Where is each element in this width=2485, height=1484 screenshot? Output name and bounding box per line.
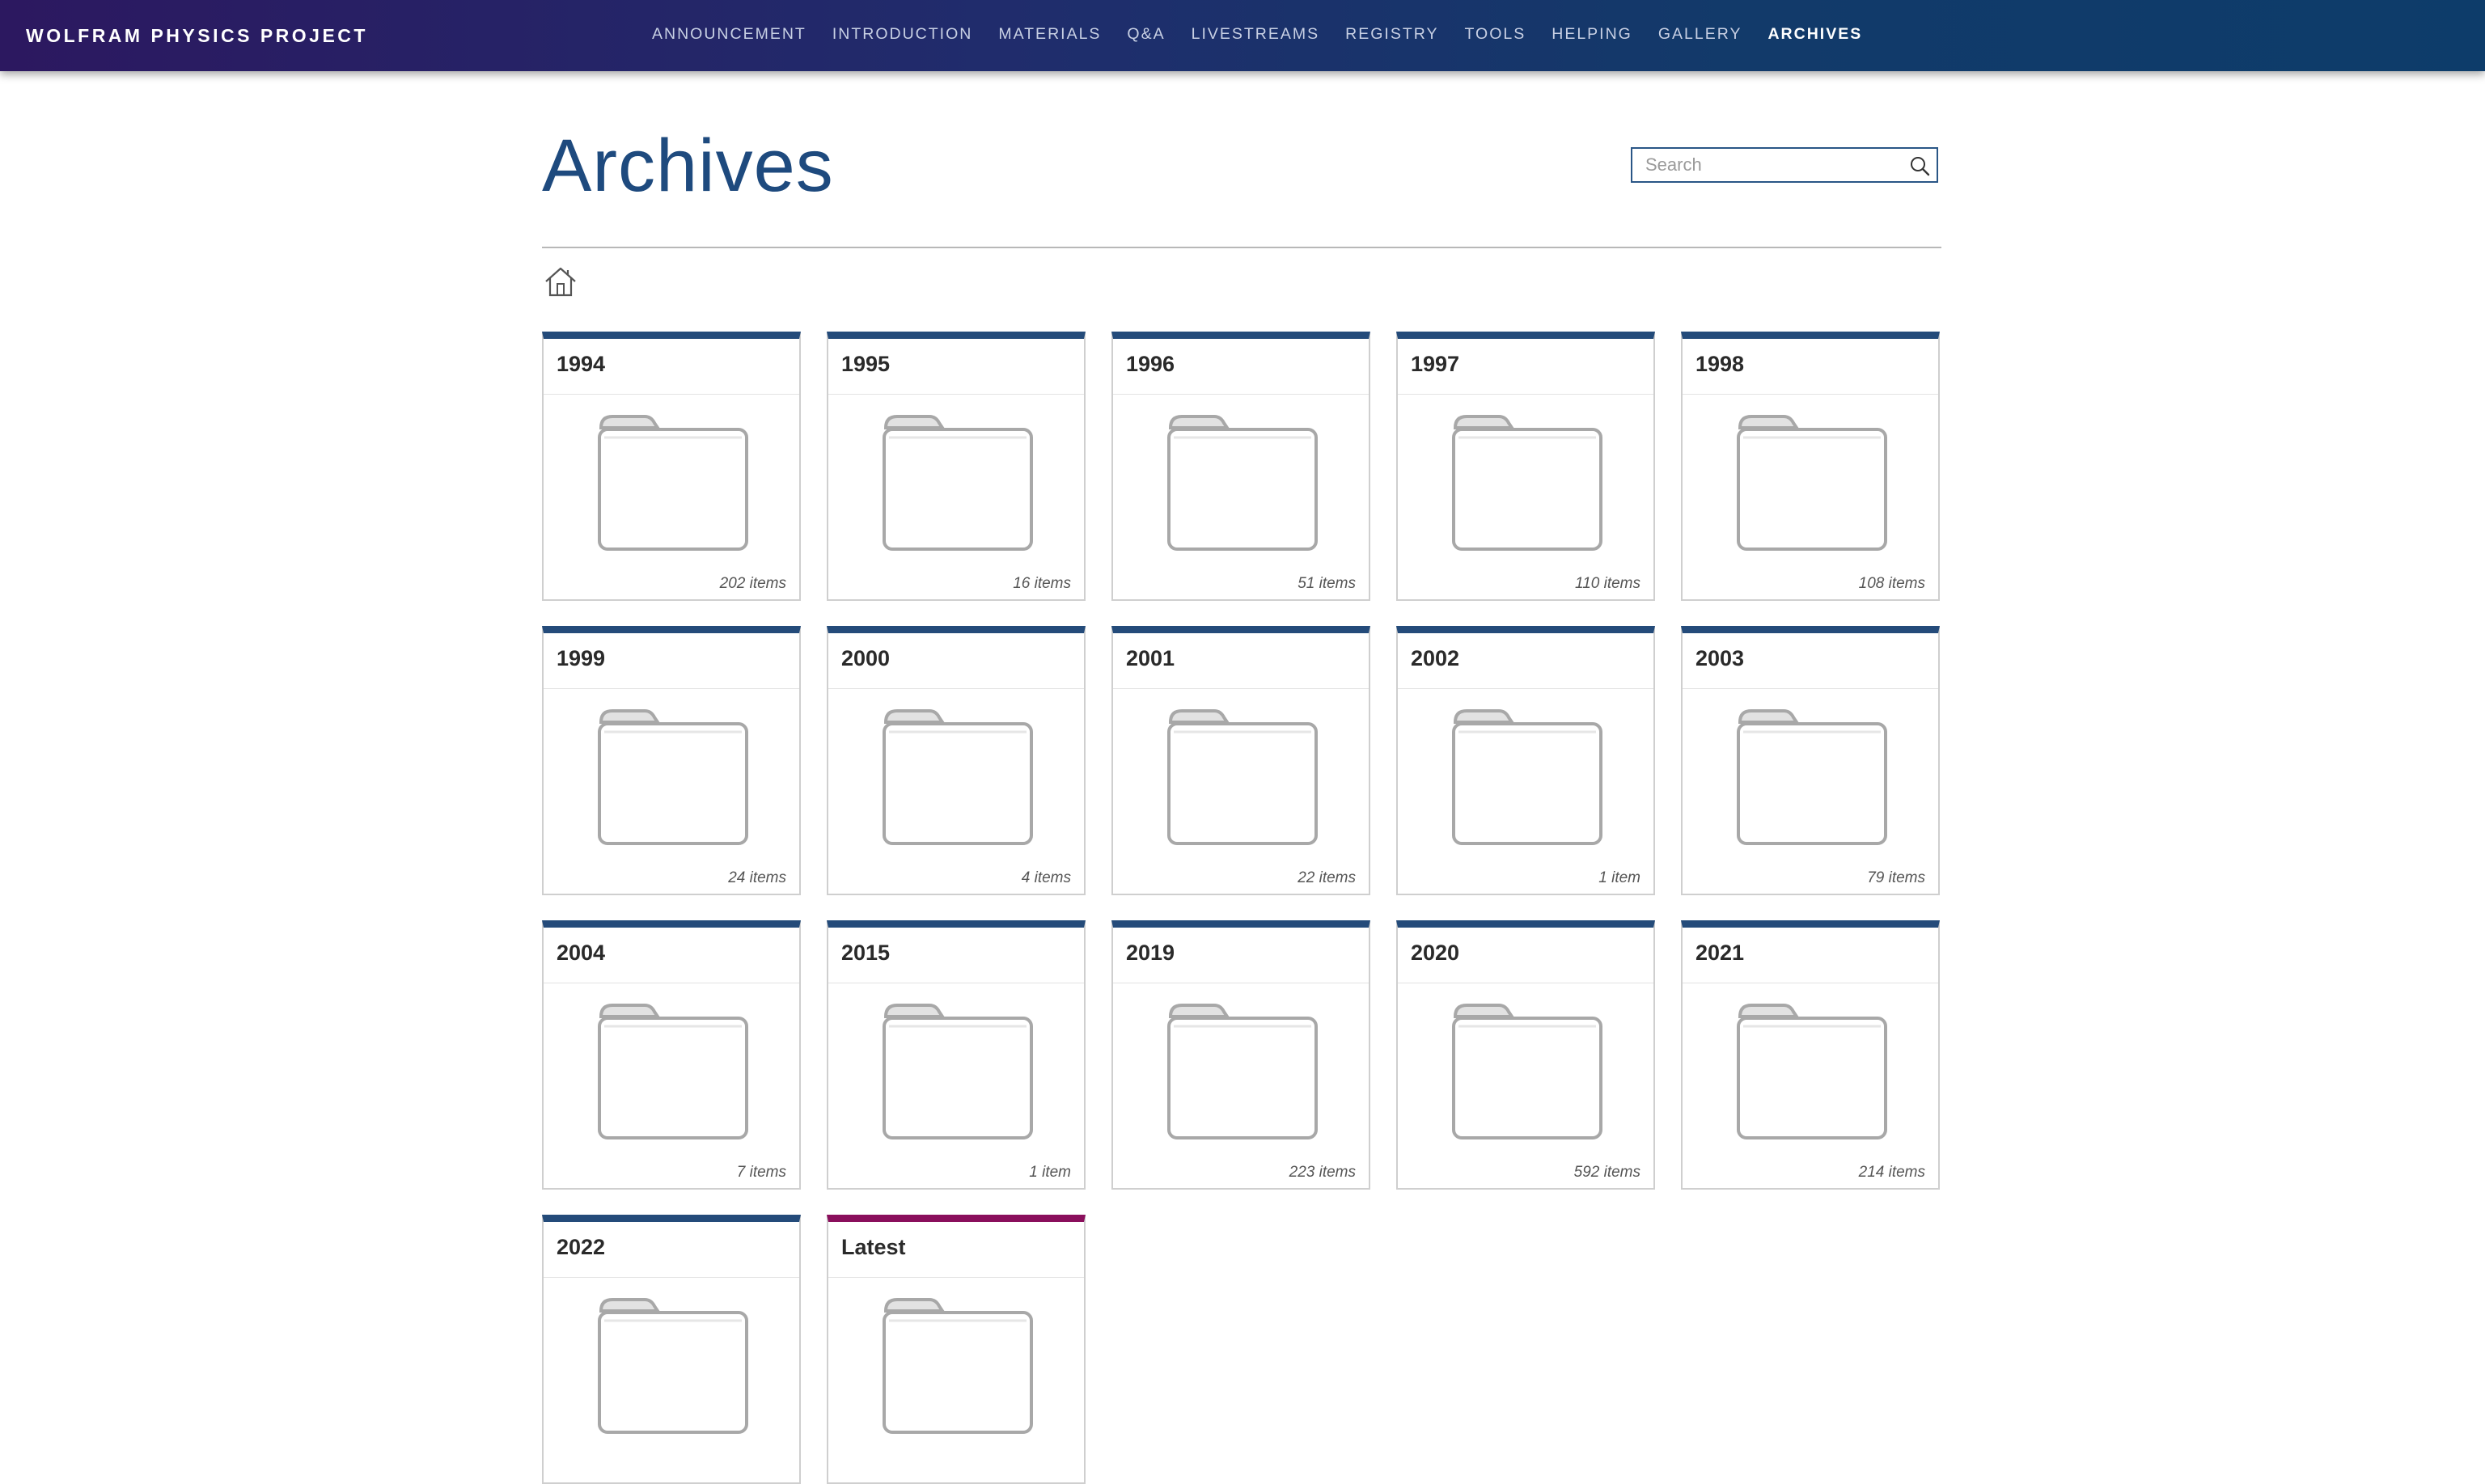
folder-item-count: 16 items <box>1013 575 1071 592</box>
folder-card[interactable]: 2004 7 items <box>542 920 801 1190</box>
card-divider <box>828 688 1084 689</box>
folder-card[interactable]: 2003 79 items <box>1681 626 1940 895</box>
folder-card[interactable]: 1996 51 items <box>1111 332 1370 601</box>
search-icon[interactable] <box>1909 155 1930 176</box>
nav-archives[interactable]: ARCHIVES <box>1767 25 1862 44</box>
folder-item-count: 592 items <box>1573 1164 1640 1181</box>
folder-card[interactable]: 1997 110 items <box>1396 332 1655 601</box>
card-divider <box>1683 688 1938 689</box>
folder-card[interactable]: 2000 4 items <box>827 626 1086 895</box>
folder-card[interactable]: 1998 108 items <box>1681 332 1940 601</box>
folder-icon <box>598 1004 748 1139</box>
folder-title: 1997 <box>1411 352 1460 376</box>
folder-card-latest[interactable]: Latest <box>827 1215 1086 1484</box>
card-divider <box>1113 394 1369 395</box>
folder-card[interactable]: 1994 202 items <box>542 332 801 601</box>
folder-icon <box>1167 1004 1318 1139</box>
nav-tools[interactable]: TOOLS <box>1464 25 1526 44</box>
folder-title: 2022 <box>557 1235 606 1259</box>
folder-card[interactable]: 2022 <box>542 1215 801 1484</box>
folder-card[interactable]: 1999 24 items <box>542 626 801 895</box>
folder-card[interactable]: 2015 1 item <box>827 920 1086 1190</box>
folder-title: 2004 <box>557 941 606 965</box>
card-divider <box>828 1277 1084 1278</box>
folder-icon <box>1452 1004 1602 1139</box>
folder-icon <box>1452 415 1602 551</box>
nav-registry[interactable]: REGISTRY <box>1345 25 1438 44</box>
header-divider <box>542 247 1941 248</box>
folder-card[interactable]: 2020 592 items <box>1396 920 1655 1190</box>
folder-item-count: 110 items <box>1575 575 1640 592</box>
folder-title: 1994 <box>557 352 606 376</box>
folder-item-count: 108 items <box>1858 575 1925 592</box>
folder-card[interactable]: 2021 214 items <box>1681 920 1940 1190</box>
main-nav: ANNOUNCEMENT INTRODUCTION MATERIALS Q&A … <box>652 0 1888 68</box>
folder-icon <box>883 1004 1033 1139</box>
card-divider <box>828 394 1084 395</box>
card-divider <box>1683 394 1938 395</box>
nav-qa[interactable]: Q&A <box>1127 25 1165 44</box>
card-divider <box>544 1277 799 1278</box>
folder-title: 2020 <box>1411 941 1460 965</box>
card-divider <box>544 688 799 689</box>
folder-title: 1995 <box>841 352 891 376</box>
folder-card[interactable]: 1995 16 items <box>827 332 1086 601</box>
folder-item-count: 4 items <box>1021 869 1071 886</box>
folder-card[interactable]: 2002 1 item <box>1396 626 1655 895</box>
folder-item-count: 7 items <box>736 1164 786 1181</box>
folder-icon <box>598 1298 748 1434</box>
card-divider <box>1398 688 1653 689</box>
folder-icon <box>598 415 748 551</box>
folder-title: 1999 <box>557 646 606 670</box>
nav-introduction[interactable]: INTRODUCTION <box>832 25 973 44</box>
folder-item-count: 214 items <box>1858 1164 1925 1181</box>
folder-title: 2015 <box>841 941 891 965</box>
search-box <box>1631 147 1938 183</box>
folder-icon <box>1737 415 1887 551</box>
folder-item-count: 1 item <box>1598 869 1640 886</box>
card-divider <box>1398 394 1653 395</box>
folder-item-count: 202 items <box>719 575 786 592</box>
folder-icon <box>598 709 748 845</box>
search-input[interactable] <box>1632 149 1899 181</box>
folder-item-count: 24 items <box>728 869 786 886</box>
folder-title: 2021 <box>1695 941 1745 965</box>
folder-icon <box>1737 709 1887 845</box>
nav-announcement[interactable]: ANNOUNCEMENT <box>652 25 806 44</box>
folder-card[interactable]: 2001 22 items <box>1111 626 1370 895</box>
nav-gallery[interactable]: GALLERY <box>1658 25 1742 44</box>
folder-icon <box>1167 709 1318 845</box>
nav-helping[interactable]: HELPING <box>1552 25 1632 44</box>
folder-icon <box>1452 709 1602 845</box>
card-divider <box>544 394 799 395</box>
folder-title: 2019 <box>1126 941 1175 965</box>
folder-title: 1998 <box>1695 352 1745 376</box>
top-navigation-bar: WOLFRAM PHYSICS PROJECT ANNOUNCEMENT INT… <box>0 0 2485 71</box>
folder-title: 2002 <box>1411 646 1460 670</box>
folder-card[interactable]: 2019 223 items <box>1111 920 1370 1190</box>
folder-icon <box>1167 415 1318 551</box>
folder-item-count: 223 items <box>1289 1164 1356 1181</box>
folder-icon <box>883 1298 1033 1434</box>
folder-title: 1996 <box>1126 352 1175 376</box>
folder-title: Latest <box>841 1235 906 1259</box>
folder-item-count: 79 items <box>1867 869 1925 886</box>
folder-title: 2001 <box>1126 646 1175 670</box>
folder-icon <box>883 415 1033 551</box>
folder-item-count: 51 items <box>1298 575 1356 592</box>
site-brand[interactable]: WOLFRAM PHYSICS PROJECT <box>26 0 368 71</box>
card-divider <box>1113 688 1369 689</box>
home-icon[interactable] <box>544 265 578 298</box>
folder-icon <box>883 709 1033 845</box>
folder-item-count: 22 items <box>1298 869 1356 886</box>
nav-materials[interactable]: MATERIALS <box>998 25 1101 44</box>
nav-livestreams[interactable]: LIVESTREAMS <box>1192 25 1320 44</box>
folder-item-count: 1 item <box>1029 1164 1071 1181</box>
folder-title: 2000 <box>841 646 891 670</box>
folder-icon <box>1737 1004 1887 1139</box>
folder-title: 2003 <box>1695 646 1745 670</box>
page-title: Archives <box>542 125 834 207</box>
